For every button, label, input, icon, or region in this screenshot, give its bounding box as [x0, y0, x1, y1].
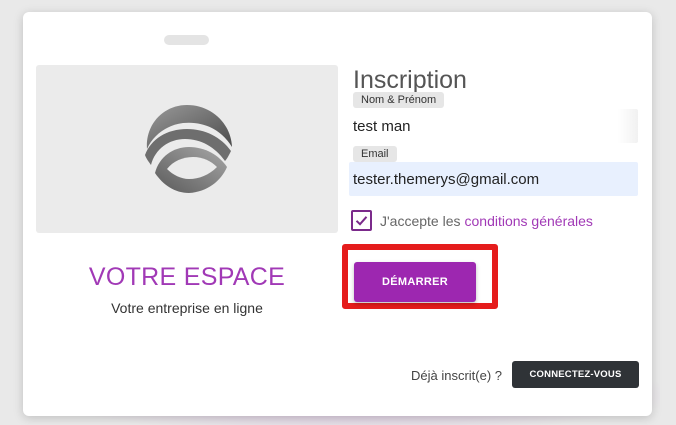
start-button[interactable]: DÉMARRER	[354, 262, 476, 302]
terms-link[interactable]: conditions générales	[465, 213, 593, 229]
terms-checkbox[interactable]	[351, 210, 372, 231]
name-field[interactable]	[349, 109, 638, 143]
terms-row: J'accepte les conditions générales	[351, 210, 593, 231]
login-button[interactable]: CONNECTEZ-VOUS	[512, 361, 639, 388]
email-field[interactable]	[349, 162, 638, 196]
signup-card: VOTRE ESPACE Votre entreprise en ligne I…	[23, 12, 652, 416]
terms-text: J'accepte les	[380, 212, 461, 229]
name-field-label: Nom & Prénom	[353, 92, 445, 108]
form-title: Inscription	[353, 66, 467, 94]
checkmark-icon	[355, 216, 368, 226]
already-registered-text: Déjà inscrit(e) ?	[411, 368, 503, 383]
drag-handle	[164, 35, 209, 45]
brand-title: VOTRE ESPACE	[88, 263, 286, 291]
logo-panel	[36, 65, 338, 233]
swirl-sphere-logo-icon	[145, 105, 232, 193]
email-field-label: Email	[353, 146, 397, 162]
brand-subtitle: Votre entreprise en ligne	[111, 300, 263, 316]
